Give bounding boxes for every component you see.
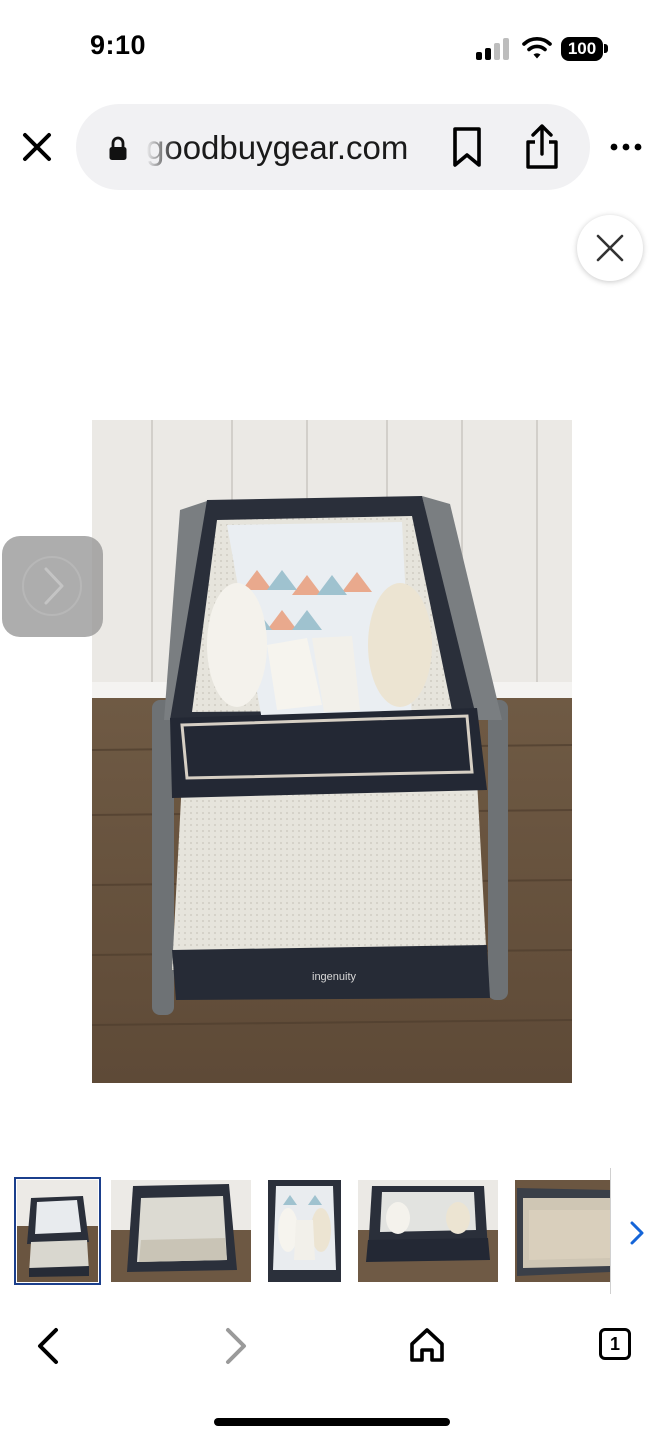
more-icon[interactable]: [610, 140, 642, 154]
chevron-right-icon: [22, 556, 82, 616]
chevron-right-icon[interactable]: [222, 1326, 250, 1366]
share-icon[interactable]: [522, 124, 562, 170]
url-text[interactable]: goodbuygear.com: [146, 126, 426, 170]
close-icon[interactable]: [20, 130, 54, 164]
strip-divider: [610, 1168, 611, 1294]
bookmark-icon[interactable]: [450, 126, 484, 168]
lock-icon: [109, 136, 127, 160]
next-image-button[interactable]: [2, 536, 103, 637]
chevron-left-icon[interactable]: [34, 1326, 62, 1366]
thumbnail-3[interactable]: [268, 1180, 341, 1282]
cellular-signal-icon: [476, 38, 512, 60]
brand-label: ingenuity: [312, 971, 357, 983]
battery-icon: 100: [561, 37, 603, 61]
chevron-right-icon[interactable]: [626, 1218, 648, 1248]
thumbnail-5[interactable]: [515, 1180, 610, 1282]
thumbnail-1[interactable]: [14, 1177, 101, 1285]
battery-cap: [604, 44, 608, 53]
home-indicator: [214, 1418, 450, 1426]
thumbnail-strip[interactable]: [0, 1172, 610, 1294]
thumbnail-4[interactable]: [358, 1180, 498, 1282]
viewer-close-button[interactable]: [577, 215, 643, 281]
tabs-button[interactable]: 1: [599, 1328, 631, 1360]
close-icon: [596, 234, 624, 262]
wifi-icon: [522, 37, 552, 59]
thumbnail-2[interactable]: [111, 1180, 251, 1282]
home-icon[interactable]: [408, 1326, 446, 1364]
status-time: 9:10: [90, 30, 147, 60]
product-photo: ingenuity: [92, 420, 572, 1083]
